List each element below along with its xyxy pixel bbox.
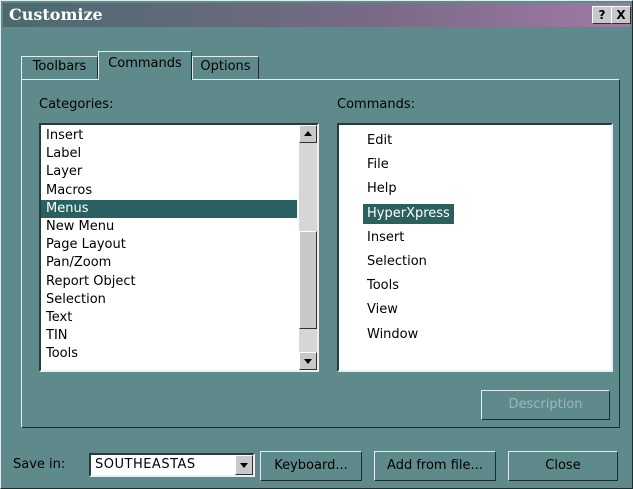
command-item-label: Window bbox=[367, 326, 419, 342]
commands-listbox[interactable]: Edit File Help HyperXpress Insert Select… bbox=[337, 123, 613, 372]
add-from-file-button[interactable]: Add from file... bbox=[374, 451, 496, 481]
title-bar[interactable]: Customize ? X bbox=[3, 3, 631, 27]
command-item[interactable]: File bbox=[363, 155, 454, 179]
commands-items: Edit File Help HyperXpress Insert Select… bbox=[363, 131, 454, 349]
dropdown-button[interactable] bbox=[235, 455, 253, 475]
save-in-value: SOUTHEASTAS bbox=[95, 457, 196, 472]
tab-options[interactable]: Options bbox=[192, 56, 259, 79]
command-item-label: Insert bbox=[367, 229, 405, 245]
close-button[interactable]: Close bbox=[508, 451, 618, 481]
category-item[interactable]: Pan/Zoom bbox=[41, 254, 297, 272]
category-item-selected[interactable]: Menus bbox=[41, 199, 297, 218]
command-item[interactable]: Insert bbox=[363, 228, 454, 252]
category-item[interactable]: Layer bbox=[41, 163, 297, 181]
command-item[interactable]: Help bbox=[363, 179, 454, 203]
scroll-down-button[interactable] bbox=[299, 352, 317, 370]
tab-commands[interactable]: Commands bbox=[98, 51, 192, 80]
command-item[interactable]: View bbox=[363, 300, 454, 324]
categories-label: Categories: bbox=[39, 97, 114, 112]
command-item[interactable]: Edit bbox=[363, 131, 454, 155]
category-item[interactable]: Tools bbox=[41, 345, 297, 363]
command-item[interactable]: Window bbox=[363, 325, 454, 349]
category-item[interactable]: Insert bbox=[41, 127, 297, 145]
category-item[interactable]: Report Object bbox=[41, 273, 297, 291]
categories-scrollbar[interactable] bbox=[299, 125, 317, 370]
keyboard-button[interactable]: Keyboard... bbox=[260, 451, 362, 481]
command-item-label: Help bbox=[367, 181, 397, 197]
categories-listbox[interactable]: Insert Label Layer Macros Menus New Menu… bbox=[39, 123, 319, 372]
category-item[interactable]: TIN bbox=[41, 327, 297, 345]
close-window-button[interactable]: X bbox=[611, 6, 631, 24]
tab-toolbars[interactable]: Toolbars bbox=[21, 56, 98, 79]
category-item[interactable]: Page Layout bbox=[41, 236, 297, 254]
command-item-label: Selection bbox=[367, 253, 427, 269]
category-item[interactable]: Macros bbox=[41, 182, 297, 200]
command-item[interactable]: Tools bbox=[363, 276, 454, 300]
category-item[interactable]: Selection bbox=[41, 291, 297, 309]
command-item[interactable]: Selection bbox=[363, 252, 454, 276]
save-in-label: Save in: bbox=[13, 457, 66, 472]
help-button[interactable]: ? bbox=[592, 6, 612, 24]
command-item-label: Tools bbox=[367, 278, 400, 294]
command-item-label: View bbox=[367, 302, 398, 318]
chevron-down-icon bbox=[240, 463, 248, 468]
arrow-up-icon bbox=[304, 131, 312, 136]
categories-items: Insert Label Layer Macros Menus New Menu… bbox=[41, 127, 297, 363]
commands-label: Commands: bbox=[337, 97, 415, 112]
category-item[interactable]: Label bbox=[41, 145, 297, 163]
command-item-selected[interactable]: HyperXpress bbox=[363, 203, 454, 228]
command-item-label: Edit bbox=[367, 133, 393, 148]
category-item[interactable]: Text bbox=[41, 309, 297, 327]
command-item-label: HyperXpress bbox=[363, 203, 454, 224]
description-button[interactable]: Description bbox=[481, 390, 610, 420]
scroll-up-button[interactable] bbox=[299, 125, 317, 143]
arrow-down-icon bbox=[304, 359, 312, 364]
scroll-thumb[interactable] bbox=[299, 231, 317, 329]
save-in-dropdown[interactable]: SOUTHEASTAS bbox=[89, 453, 255, 477]
customize-dialog: Customize ? X Toolbars Commands Options … bbox=[0, 0, 633, 489]
command-item-label: File bbox=[367, 157, 389, 173]
window-title: Customize bbox=[9, 5, 103, 24]
category-item[interactable]: New Menu bbox=[41, 218, 297, 236]
